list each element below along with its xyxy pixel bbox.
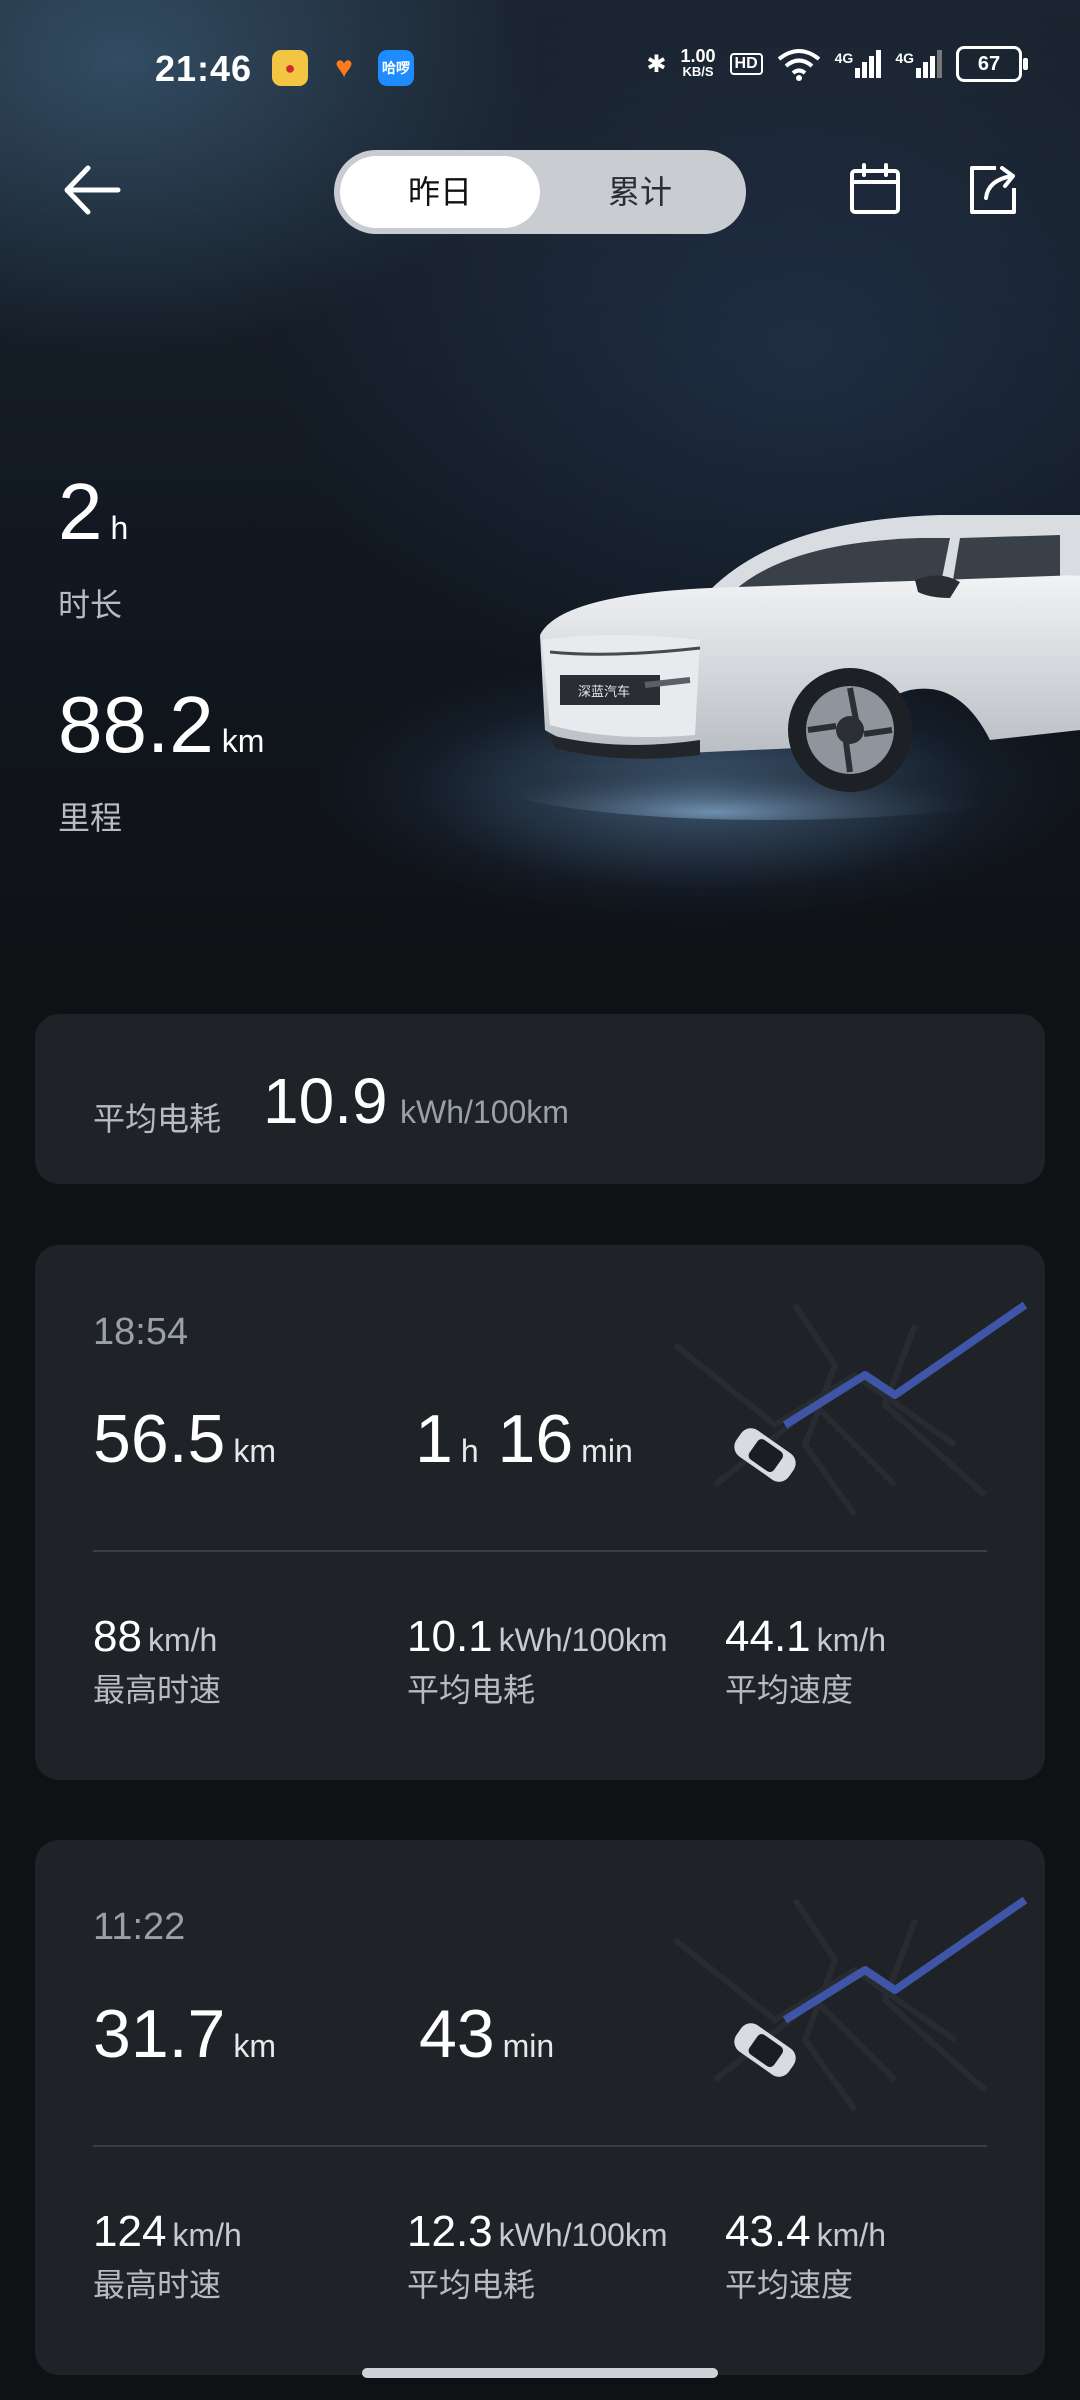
- trip-duration-minutes-unit: min: [502, 2028, 555, 2064]
- trip-distance-unit: km: [233, 1433, 277, 1469]
- trip-duration-hours: 1: [415, 1401, 453, 1477]
- status-time: 21:46: [155, 48, 253, 89]
- trip-max-speed: 88 km/h: [93, 1615, 217, 1659]
- share-icon[interactable]: [966, 162, 1020, 216]
- trip-card[interactable]: 11:22 31.7 km 43 min 124 km/h 最高时速 12.3 kWh/…: [35, 1840, 1045, 2375]
- trip-consumption-value: 12.3: [407, 2207, 493, 2256]
- duration-value: 2: [58, 467, 103, 556]
- home-indicator[interactable]: [362, 2368, 718, 2378]
- trip-distance: 56.5 km: [93, 1405, 276, 1473]
- trip-duration-minutes: 43: [419, 1996, 495, 2072]
- trip-start-time: 11:22: [93, 1906, 186, 1948]
- trip-duration: 1h 16 min: [415, 1405, 633, 1473]
- signal-1-icon: 4G: [835, 50, 882, 78]
- trip-max-speed-unit: km/h: [147, 1622, 218, 1658]
- trip-consumption: 12.3 kWh/100km: [407, 2210, 668, 2254]
- trip-duration-minutes: 16: [497, 1401, 574, 1477]
- distance-label: 里程: [58, 800, 123, 836]
- trip-avg-speed-unit: km/h: [816, 2217, 886, 2253]
- trip-distance: 31.7 km: [93, 2000, 276, 2068]
- trip-max-speed: 124 km/h: [93, 2210, 242, 2254]
- network-speed: 1.00 KB/S: [680, 46, 716, 80]
- trip-avg-speed-value: 43.4: [725, 2207, 811, 2256]
- trip-divider: [93, 2145, 987, 2147]
- trip-consumption: 10.1 kWh/100km: [407, 1615, 668, 1659]
- trip-max-speed-value: 88: [93, 1612, 142, 1661]
- trip-divider: [93, 1550, 987, 1552]
- back-arrow-icon[interactable]: [62, 160, 122, 220]
- battery-icon: 67: [956, 46, 1028, 82]
- net-speed-value: 1.00: [680, 46, 716, 66]
- hd-icon: HD: [729, 53, 763, 75]
- trip-max-speed-value: 124: [93, 2207, 167, 2256]
- trip-consumption-value: 10.1: [407, 1612, 493, 1661]
- signal-2-icon: 4G: [895, 50, 942, 78]
- trip-duration: 43 min: [419, 2000, 554, 2068]
- status-icons: ✱ 1.00 KB/S HD 4G 4G 67: [646, 46, 1028, 82]
- trip-duration-minutes-unit: min: [581, 1433, 633, 1469]
- trip-max-speed-label: 最高时速: [93, 2267, 222, 2303]
- status-bar: 21:46 ● ♥ 哈啰 ✱ 1.00 KB/S HD 4G 4G 67: [0, 40, 1080, 104]
- trip-avg-speed-unit: km/h: [816, 1622, 886, 1658]
- duration-unit: h: [110, 510, 129, 546]
- avg-consumption-unit: kWh/100km: [400, 1094, 569, 1130]
- trip-max-speed-label: 最高时速: [93, 1672, 222, 1708]
- trip-start-time: 18:54: [93, 1311, 189, 1353]
- trip-distance-value: 56.5: [93, 1401, 226, 1477]
- tab-yesterday[interactable]: 昨日: [340, 156, 540, 228]
- trip-duration-hours-unit: h: [460, 1433, 479, 1469]
- trip-consumption-unit: kWh/100km: [498, 2217, 668, 2253]
- trip-distance-value: 31.7: [93, 1996, 226, 2072]
- avg-consumption-value: 10.9: [263, 1065, 388, 1137]
- trip-avg-speed-label: 平均速度: [725, 2267, 854, 2303]
- calendar-icon[interactable]: [848, 162, 902, 216]
- trip-avg-speed: 44.1 km/h: [725, 1615, 886, 1659]
- avg-consumption-card: 平均电耗 10.9 kWh/100km: [35, 1014, 1045, 1184]
- bluetooth-icon: ✱: [646, 50, 667, 78]
- trip-card[interactable]: 18:54 56.5 km 1h 16 min 88 km/h 最高时速 10.1 kW…: [35, 1245, 1045, 1780]
- car-plate: 深蓝汽车: [578, 684, 630, 699]
- route-map-icon: [673, 1301, 1028, 1517]
- car-marker-icon: [734, 2023, 796, 2077]
- taobao-icon: ♥: [335, 51, 353, 84]
- trip-avg-speed-label: 平均速度: [725, 1672, 854, 1708]
- distance-value: 88.2: [58, 680, 214, 769]
- net-speed-unit: KB/S: [682, 64, 714, 79]
- trip-consumption-unit: kWh/100km: [498, 1622, 668, 1658]
- trip-max-speed-unit: km/h: [172, 2217, 242, 2253]
- period-segmented-control: 昨日 累计: [334, 150, 746, 234]
- trip-consumption-label: 平均电耗: [407, 2267, 536, 2303]
- wifi-icon: [777, 49, 820, 81]
- trip-consumption-label: 平均电耗: [407, 1672, 536, 1708]
- avg-consumption-label: 平均电耗: [93, 1101, 222, 1137]
- trip-avg-speed-value: 44.1: [725, 1612, 811, 1661]
- tab-cumulative[interactable]: 累计: [540, 156, 740, 228]
- weibo-icon: ●: [272, 50, 308, 86]
- duration-stat: 2h: [58, 472, 128, 552]
- duration-label: 时长: [58, 587, 123, 623]
- car-image: 深蓝汽车: [520, 515, 1080, 820]
- route-map-icon: [673, 1896, 1028, 2112]
- haluo-icon: 哈啰: [378, 50, 414, 86]
- distance-stat: 88.2 km: [58, 685, 264, 765]
- trip-avg-speed: 43.4 km/h: [725, 2210, 886, 2254]
- car-marker-icon: [734, 1428, 796, 1482]
- distance-unit: km: [221, 723, 265, 759]
- trip-distance-unit: km: [233, 2028, 277, 2064]
